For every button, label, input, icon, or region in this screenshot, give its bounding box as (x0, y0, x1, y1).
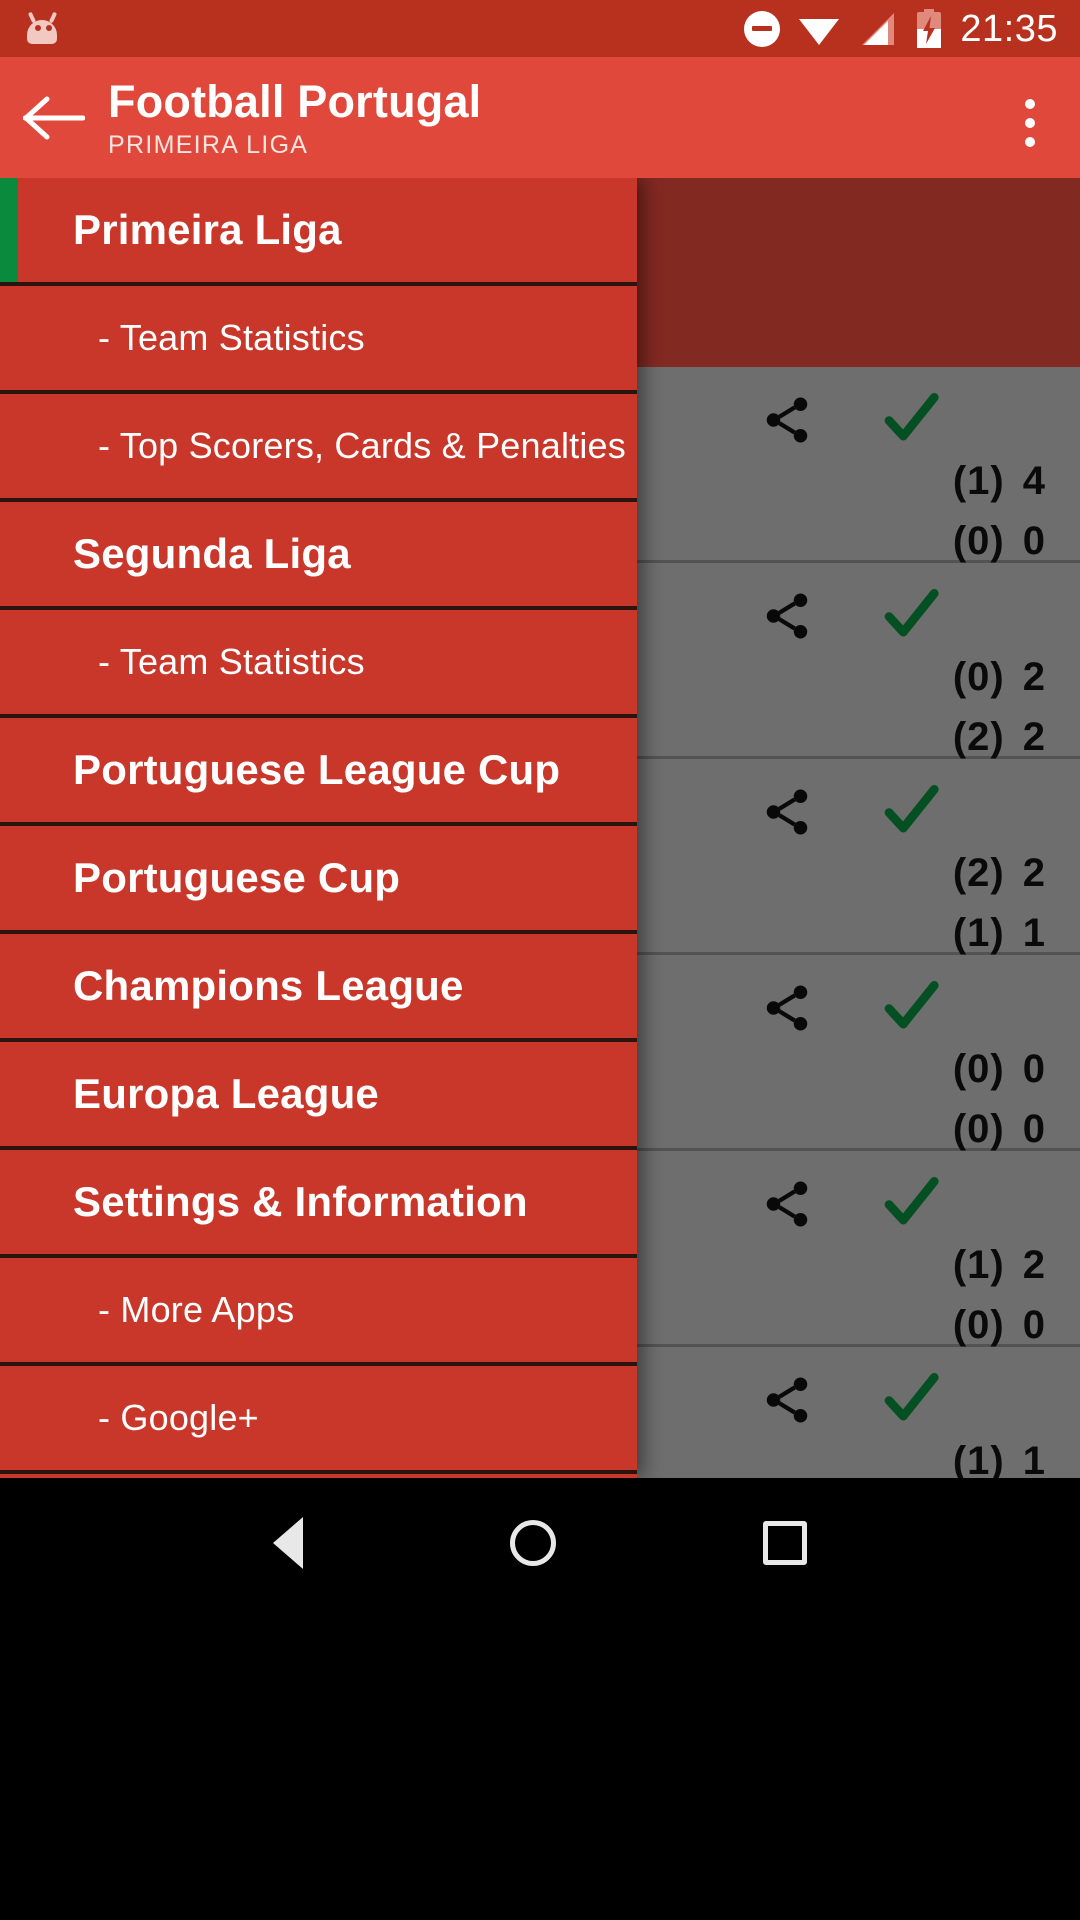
nav-recents-icon[interactable] (762, 1521, 807, 1565)
drawer-item[interactable]: - Team Statistics (0, 286, 637, 394)
drawer-item-label: Portuguese Cup (73, 854, 401, 901)
status-bar-left (22, 11, 62, 46)
nav-back-icon[interactable] (273, 1517, 304, 1569)
android-mascot-icon (22, 11, 62, 46)
drawer-item-label: - Team Statistics (98, 317, 365, 358)
overflow-menu-button[interactable] (980, 57, 1080, 178)
drawer-item[interactable]: Segunda Liga (0, 502, 637, 610)
drawer-item-label: Settings & Information (73, 1178, 528, 1225)
drawer-item[interactable]: - Google+ (0, 1366, 637, 1474)
status-bar: 21:35 (0, 0, 1080, 57)
drawer-item[interactable]: Europa League (0, 1042, 637, 1150)
overflow-menu-icon-dot (1025, 136, 1035, 147)
battery-charging-icon (917, 8, 942, 48)
drawer-item[interactable]: Champions League (0, 934, 637, 1042)
page-title: Football Portugal (108, 76, 482, 127)
back-button[interactable] (0, 57, 108, 178)
cellular-signal-icon (862, 12, 895, 45)
drawer-item-label: - More Apps (98, 1289, 295, 1330)
app-bar: Football Portugal PRIMEIRA LIGA (0, 57, 1080, 178)
do-not-disturb-icon (744, 10, 781, 47)
nav-home-icon[interactable] (509, 1520, 556, 1566)
drawer-item[interactable]: Portuguese Cup (0, 826, 637, 934)
drawer-item-label: Primeira Liga (73, 206, 342, 253)
drawer-item-label: - Top Scorers, Cards & Penalties (98, 425, 626, 466)
overflow-menu-icon (1025, 98, 1035, 109)
drawer-item[interactable]: Primeira Liga (0, 178, 637, 286)
back-arrow-icon (23, 96, 85, 139)
drawer-item-label: Segunda Liga (73, 530, 351, 577)
navigation-drawer: Primeira Liga - Team Statistics - Top Scor… (0, 178, 637, 1478)
status-bar-right: 21:35 (744, 7, 1058, 50)
drawer-item[interactable]: - More Apps (0, 1258, 637, 1366)
system-navigation-bar (0, 1478, 1080, 1920)
drawer-item-label: Champions League (73, 962, 464, 1009)
drawer-item-label: Portuguese League Cup (73, 746, 561, 793)
drawer-item-label: Europa League (73, 1070, 379, 1117)
drawer-item[interactable]: - Team Statistics (0, 610, 637, 718)
page-subtitle: PRIMEIRA LIGA (108, 130, 309, 159)
overflow-menu-icon-dot (1025, 117, 1035, 128)
drawer-item[interactable]: Portuguese League Cup (0, 718, 637, 826)
drawer-item-label: - Google+ (98, 1397, 259, 1438)
drawer-item[interactable]: - Top Scorers, Cards & Penalties (0, 394, 637, 502)
drawer-item[interactable]: Settings & Information (0, 1150, 637, 1258)
phone-screen: 21:35 Football Portugal PRIMEIRA LIGA SU… (0, 0, 1080, 1920)
wifi-icon (799, 18, 840, 45)
app-bar-titles: Football Portugal PRIMEIRA LIGA (108, 57, 980, 160)
status-bar-clock: 21:35 (960, 7, 1058, 50)
drawer-item-label: - Team Statistics (98, 641, 365, 682)
